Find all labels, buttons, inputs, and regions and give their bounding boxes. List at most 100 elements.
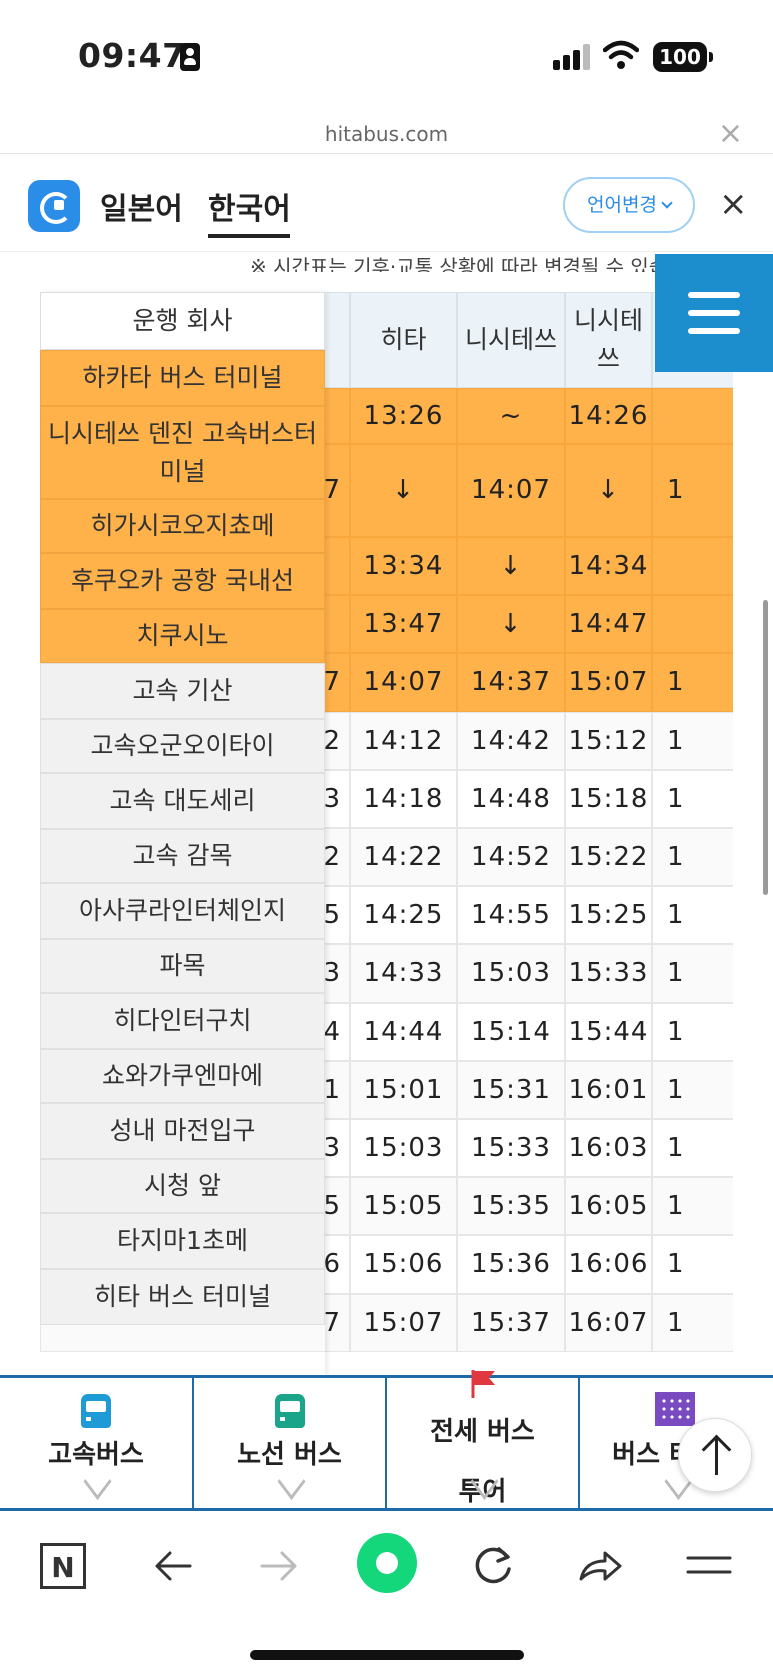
timetable-cell: 14:12	[350, 711, 457, 770]
tab-korean[interactable]: 한국어	[208, 184, 291, 228]
station-item[interactable]: 히타 버스 터미널	[40, 1269, 325, 1325]
station-item[interactable]: 고속 대도세리	[40, 773, 325, 829]
station-item[interactable]: 니시테쓰 덴진 고속버스터미널	[40, 406, 325, 499]
timetable-cell: 15:37	[457, 1293, 565, 1352]
station-item[interactable]: 파목	[40, 939, 325, 993]
timetable-cell: 16:01	[565, 1060, 652, 1119]
active-tab-underline	[208, 234, 290, 238]
signal-icon	[553, 44, 593, 70]
timetable-cell: 15:22	[565, 828, 652, 887]
station-item[interactable]: 아사쿠라인터체인지	[40, 883, 325, 939]
share-icon[interactable]	[575, 1541, 625, 1591]
scroll-top-button[interactable]	[678, 1418, 752, 1492]
station-item[interactable]: 히가시코오지쵸메	[40, 499, 325, 553]
timetable-cell: 1	[652, 711, 733, 770]
wifi-icon	[603, 40, 639, 69]
site-logo-icon[interactable]	[28, 180, 80, 232]
timetable-cell: 15:01	[350, 1060, 457, 1119]
timetable-cell: 16:03	[565, 1119, 652, 1178]
timetable-cell: 15:03	[350, 1119, 457, 1178]
timetable-cell: 13:26	[350, 388, 457, 444]
refresh-icon[interactable]	[467, 1541, 517, 1591]
station-item[interactable]: 히다인터구치	[40, 993, 325, 1049]
timetable-cell: 1	[652, 444, 733, 537]
timetable-cell: 15:12	[565, 711, 652, 770]
flag-icon	[469, 1368, 499, 1398]
timetable-cell: 1	[652, 653, 733, 712]
station-item[interactable]: 고속 기산	[40, 663, 325, 719]
station-item[interactable]: 시청 앞	[40, 1159, 325, 1213]
station-item[interactable]: 하카타 버스 터미널	[40, 350, 325, 406]
chevron-down-icon	[463, 1476, 503, 1496]
timetable-cell: 15:03	[457, 944, 565, 1003]
forward-arrow-icon[interactable]	[254, 1541, 304, 1591]
naver-n-icon[interactable]: N	[40, 1543, 86, 1589]
bottom-tab-label: 전세 버스 투어	[430, 1417, 535, 1507]
timetable-cell: 15:06	[350, 1235, 457, 1294]
home-icon[interactable]	[357, 1533, 417, 1593]
timetable-cell: ↓	[350, 444, 457, 537]
menu-button[interactable]	[655, 254, 773, 372]
bottom-tab[interactable]: 고속버스	[0, 1378, 194, 1508]
scrollbar[interactable]	[763, 600, 768, 895]
header-close-icon[interactable]: ×	[719, 184, 748, 224]
timetable-cell: 14:22	[350, 828, 457, 887]
station-item[interactable]: 고속 감목	[40, 829, 325, 883]
close-icon[interactable]: ×	[718, 116, 743, 151]
station-column-header: 운행 회사	[40, 292, 325, 350]
timetable-column-header: 니시테쓰	[565, 292, 652, 388]
timetable-cell: 15:14	[457, 1002, 565, 1061]
timetable-cell: 14:37	[457, 653, 565, 712]
tab-japanese[interactable]: 일본어	[100, 184, 183, 228]
bottom-tab-nav: 고속버스 노선 버스 전세 버스 투어 버스 터미널	[0, 1370, 773, 1511]
timetable-cell: 13:47	[350, 595, 457, 654]
timetable-cell: ↓	[565, 444, 652, 537]
bottom-tab[interactable]: 전세 버스 투어	[387, 1370, 580, 1508]
timetable-cell: 15:33	[457, 1119, 565, 1178]
timetable-cell: 1	[652, 828, 733, 887]
timetable-cell: 14:47	[565, 595, 652, 654]
url-bar[interactable]: hitabus.com ×	[0, 112, 773, 154]
timetable-cell: 15:18	[565, 769, 652, 828]
timetable-cell: 15:36	[457, 1235, 565, 1294]
timetable-cell: 14:26	[565, 388, 652, 444]
timetable-cell: 15:35	[457, 1177, 565, 1236]
chevron-down-icon	[661, 197, 673, 209]
menu-lines-icon[interactable]	[684, 1541, 734, 1591]
timetable-cell: 13:34	[350, 537, 457, 596]
timetable-column-header: 히타	[350, 292, 457, 388]
timetable-cell: ~	[457, 388, 565, 444]
back-arrow-icon[interactable]	[148, 1541, 198, 1591]
person-icon	[180, 43, 200, 71]
timetable-cell: 1	[652, 1002, 733, 1061]
timetable-cell: 1	[652, 886, 733, 945]
timetable-cell: ↓	[457, 595, 565, 654]
timetable-cell: 14:33	[350, 944, 457, 1003]
station-item[interactable]: 치쿠시노	[40, 609, 325, 663]
timetable-cell: 1	[652, 1119, 733, 1178]
station-item[interactable]: 쇼와가쿠엔마에	[40, 1049, 325, 1103]
timetable-cell: 14:48	[457, 769, 565, 828]
home-indicator	[250, 1650, 524, 1660]
timetable-cell: 15:07	[350, 1293, 457, 1352]
battery-indicator: 100	[653, 42, 713, 72]
timetable-cell: 16:05	[565, 1177, 652, 1236]
station-item[interactable]: 고속오군오이타이	[40, 719, 325, 773]
timetable-cell: 1	[652, 1060, 733, 1119]
timetable-cell: 16:06	[565, 1235, 652, 1294]
timetable-cell: 15:25	[565, 886, 652, 945]
timetable-cell: 14:52	[457, 828, 565, 887]
building-icon	[654, 1392, 695, 1426]
language-change-button[interactable]: 언어변경	[563, 177, 695, 233]
url-domain[interactable]: hitabus.com	[0, 122, 773, 146]
station-item[interactable]: 타지마1초메	[40, 1213, 325, 1269]
bottom-tab[interactable]: 노선 버스	[194, 1378, 387, 1508]
timetable-cell: 14:07	[350, 653, 457, 712]
chevron-down-icon	[270, 1476, 310, 1496]
timetable-cell: 1	[652, 1235, 733, 1294]
timetable-cell: 14:18	[350, 769, 457, 828]
timetable-cell: 14:07	[457, 444, 565, 537]
station-item[interactable]: 후쿠오카 공항 국내선	[40, 553, 325, 609]
station-item[interactable]: 성내 마전입구	[40, 1103, 325, 1159]
timetable-cell: 1	[652, 1293, 733, 1352]
